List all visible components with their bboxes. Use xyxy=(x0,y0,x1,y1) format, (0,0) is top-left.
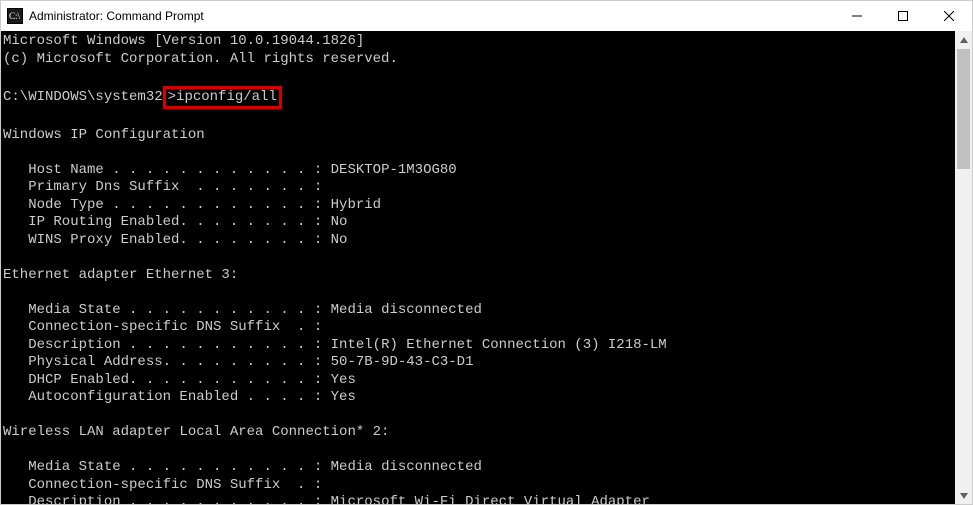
host-name-label: Host Name . . . . . . . . . . . . : xyxy=(3,162,331,178)
wlan2-description-label: Description . . . . . . . . . . . : xyxy=(3,494,331,504)
wins-proxy-value: No xyxy=(331,232,348,248)
minimize-button[interactable] xyxy=(834,1,880,31)
section-eth3-header: Ethernet adapter Ethernet 3: xyxy=(3,267,238,283)
section-ipconfig-header: Windows IP Configuration xyxy=(3,127,205,143)
eth3-description-value: Intel(R) Ethernet Connection (3) I218-LM xyxy=(331,337,667,353)
header-line-2: (c) Microsoft Corporation. All rights re… xyxy=(3,51,398,67)
app-icon: C:\ xyxy=(7,8,23,24)
eth3-dhcp-label: DHCP Enabled. . . . . . . . . . . : xyxy=(3,372,331,388)
window: C:\ Administrator: Command Prompt Micros… xyxy=(0,0,973,505)
wlan2-description-value: Microsoft Wi-Fi Direct Virtual Adapter xyxy=(331,494,650,504)
window-controls xyxy=(834,1,972,31)
titlebar[interactable]: C:\ Administrator: Command Prompt xyxy=(1,1,972,31)
eth3-autoconf-value: Yes xyxy=(331,389,356,405)
header-line-1: Microsoft Windows [Version 10.0.19044.18… xyxy=(3,33,364,49)
host-name-value: DESKTOP-1M3OG80 xyxy=(331,162,457,178)
prompt-command: >ipconfig/all xyxy=(168,89,277,105)
wlan2-media-state-label: Media State . . . . . . . . . . . : xyxy=(3,459,331,475)
eth3-phys-addr-label: Physical Address. . . . . . . . . : xyxy=(3,354,331,370)
eth3-media-state-value: Media disconnected xyxy=(331,302,482,318)
eth3-dns-suffix-label: Connection-specific DNS Suffix . : xyxy=(3,319,322,335)
prompt-path: C:\WINDOWS\system32 xyxy=(3,89,163,105)
eth3-dhcp-value: Yes xyxy=(331,372,356,388)
primary-dns-suffix-label: Primary Dns Suffix . . . . . . . : xyxy=(3,179,322,195)
eth3-phys-addr-value: 50-7B-9D-43-C3-D1 xyxy=(331,354,474,370)
wlan2-dns-suffix-label: Connection-specific DNS Suffix . : xyxy=(3,477,322,493)
section-wlan2-header: Wireless LAN adapter Local Area Connecti… xyxy=(3,424,389,440)
vertical-scrollbar[interactable] xyxy=(955,31,972,504)
eth3-media-state-label: Media State . . . . . . . . . . . : xyxy=(3,302,331,318)
content-area: Microsoft Windows [Version 10.0.19044.18… xyxy=(1,31,972,504)
eth3-autoconf-label: Autoconfiguration Enabled . . . . : xyxy=(3,389,331,405)
window-title: Administrator: Command Prompt xyxy=(29,9,204,23)
eth3-description-label: Description . . . . . . . . . . . : xyxy=(3,337,331,353)
scroll-thumb[interactable] xyxy=(957,49,970,169)
ip-routing-label: IP Routing Enabled. . . . . . . . : xyxy=(3,214,331,230)
close-button[interactable] xyxy=(926,1,972,31)
maximize-button[interactable] xyxy=(880,1,926,31)
wlan2-media-state-value: Media disconnected xyxy=(331,459,482,475)
svg-text:C:\: C:\ xyxy=(9,11,21,21)
ip-routing-value: No xyxy=(331,214,348,230)
terminal[interactable]: Microsoft Windows [Version 10.0.19044.18… xyxy=(1,31,955,504)
scroll-up-button[interactable] xyxy=(955,31,972,48)
wins-proxy-label: WINS Proxy Enabled. . . . . . . . : xyxy=(3,232,331,248)
command-highlight: >ipconfig/all xyxy=(163,86,282,110)
scroll-down-button[interactable] xyxy=(955,487,972,504)
node-type-label: Node Type . . . . . . . . . . . . : xyxy=(3,197,331,213)
node-type-value: Hybrid xyxy=(331,197,381,213)
